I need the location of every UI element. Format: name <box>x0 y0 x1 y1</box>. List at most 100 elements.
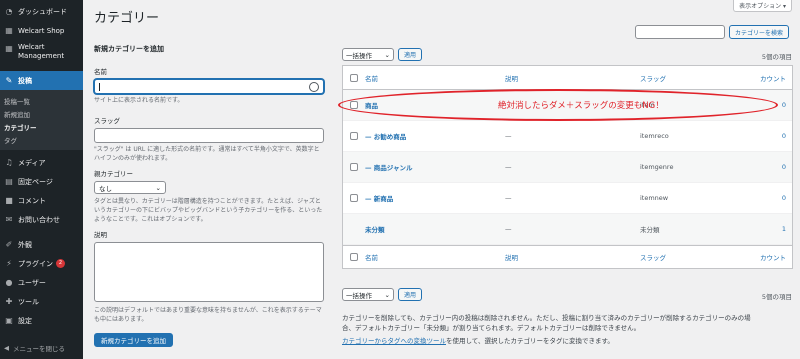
wrench-icon: ✚ <box>5 297 13 306</box>
row-checkbox[interactable] <box>350 132 358 140</box>
collapse-menu-button[interactable]: ◀ メニューを閉じる <box>4 343 65 353</box>
category-name-link[interactable]: 商品 <box>365 100 505 110</box>
sidebar-item-contact[interactable]: ✉ お問い合わせ <box>0 210 83 229</box>
description-textarea[interactable] <box>94 242 324 302</box>
category-description: — <box>505 225 512 233</box>
sidebar-item-pages[interactable]: ▤ 固定ページ <box>0 172 83 191</box>
category-slug: itemgenre <box>640 163 674 171</box>
column-name-header[interactable]: 名前 <box>365 73 505 83</box>
table-footer: 名前 説明 スラッグ カウント <box>343 245 792 268</box>
sidebar-item-label: ダッシュボード <box>18 7 67 16</box>
chevron-down-icon: ⌄ <box>384 290 390 299</box>
converter-link[interactable]: カテゴリーからタグへの変換ツール <box>342 337 446 345</box>
bulk-actions-select-bottom[interactable]: 一括操作 ⌄ <box>342 288 394 301</box>
screen-options-button[interactable]: 表示オプション ▾ <box>733 0 792 12</box>
search-categories-button[interactable]: カテゴリーを検索 <box>729 25 790 39</box>
column-desc-header[interactable]: 説明 <box>505 73 640 83</box>
category-name-link[interactable]: — 商品ジャンル <box>365 162 505 172</box>
category-description: — <box>505 194 512 202</box>
sidebar-item-plugins[interactable]: ⚡ プラグイン 2 <box>0 254 83 273</box>
sidebar-item-appearance[interactable]: ✐ 外観 <box>0 235 83 254</box>
submenu-item-tags[interactable]: タグ <box>0 133 83 146</box>
submenu-item-add-new[interactable]: 新規追加 <box>0 107 83 120</box>
apply-button[interactable]: 適用 <box>398 48 423 61</box>
sidebar-item-media[interactable]: ♫ メディア <box>0 153 83 172</box>
annotation-text: 絶対消したらダメ＋スラッグの変更もNG！ <box>498 101 664 111</box>
sidebar-item-users[interactable]: ● ユーザー <box>0 273 83 292</box>
sidebar-item-posts[interactable]: ✎ 投稿 <box>0 71 83 90</box>
table-row: — お勧め商品 — itemreco 0 <box>343 121 792 152</box>
submenu-item-categories[interactable]: カテゴリー <box>0 120 83 133</box>
bulk-actions-select[interactable]: 一括操作 ⌄ <box>342 48 394 61</box>
sidebar-item-label: 設定 <box>18 316 32 325</box>
parent-label: 親カテゴリー <box>94 170 133 178</box>
plugin-icon: ⚡ <box>6 259 12 268</box>
main-content: 表示オプション ▾ カテゴリー 新規カテゴリーを追加 名前 サイト上に表示される… <box>83 0 800 359</box>
category-slug: 未分類 <box>640 226 660 234</box>
name-input[interactable] <box>94 79 324 94</box>
category-notes: カテゴリーを削除しても、カテゴリー内の投稿は削除されません。ただし、投稿に割り当… <box>342 313 792 346</box>
category-count-link[interactable]: 1 <box>740 225 792 233</box>
sidebar-item-label: 固定ページ <box>18 177 53 186</box>
password-manager-icon[interactable] <box>309 82 319 92</box>
sidebar-item-label: コメント <box>18 196 46 205</box>
sidebar-item-dashboard[interactable]: ◔ ダッシュボード <box>0 2 83 21</box>
note-line: 合、デフォルトカテゴリー「未分類」が割り当てられます。デフォルトカテゴリーは削除… <box>342 324 641 332</box>
column-name-footer[interactable]: 名前 <box>365 252 505 262</box>
row-checkbox[interactable] <box>350 101 358 109</box>
table-row: — 新商品 — itemnew 0 <box>343 183 792 214</box>
sidebar-item-label: プラグイン <box>18 259 53 268</box>
sidebar-item-label: Welcart Shop <box>18 26 65 35</box>
sidebar-item-label: お問い合わせ <box>18 215 60 224</box>
collapse-icon: ◀ <box>4 344 9 352</box>
sidebar-item-welcart-shop[interactable]: ▦ Welcart Shop <box>0 21 83 40</box>
parent-select[interactable]: なし ⌄ <box>94 181 166 194</box>
submenu-item-all-posts[interactable]: 投稿一覧 <box>0 94 83 107</box>
sidebar-item-label: 外観 <box>18 240 32 249</box>
brush-icon: ✐ <box>5 240 13 249</box>
pin-icon: ✎ <box>5 76 13 85</box>
column-slug-footer[interactable]: スラッグ <box>640 252 740 262</box>
category-count-link[interactable]: 0 <box>740 194 792 202</box>
category-count-link[interactable]: 0 <box>740 132 792 140</box>
column-slug-header[interactable]: スラッグ <box>640 73 740 83</box>
description-label: 説明 <box>94 231 107 239</box>
category-name-link[interactable]: — お勧め商品 <box>365 131 505 141</box>
user-icon: ● <box>5 278 13 287</box>
slug-label: スラッグ <box>94 117 120 125</box>
category-name-link[interactable]: 未分類 <box>365 224 505 234</box>
row-checkbox[interactable] <box>350 194 358 202</box>
select-all-checkbox[interactable] <box>350 73 358 82</box>
category-name-link[interactable]: — 新商品 <box>365 193 505 203</box>
dashboard-icon: ◔ <box>5 7 13 16</box>
note-line: カテゴリーを削除しても、カテゴリー内の投稿は削除されません。ただし、投稿に割り当… <box>342 314 751 322</box>
search-input[interactable] <box>635 25 725 39</box>
category-slug: itemreco <box>640 132 669 140</box>
cart-icon: ▦ <box>5 43 13 53</box>
text-caret <box>99 83 100 91</box>
description-help: この説明はデフォルトではあまり重要な意味を持ちませんが、これを表示するテーマも中… <box>94 307 322 323</box>
add-category-button[interactable]: 新規カテゴリーを追加 <box>94 333 173 347</box>
category-count-link[interactable]: 0 <box>740 101 792 109</box>
sidebar-item-tools[interactable]: ✚ ツール <box>0 292 83 311</box>
sidebar-item-label: ツール <box>18 297 39 306</box>
collapse-label: メニューを閉じる <box>13 345 65 353</box>
slug-input[interactable] <box>94 128 324 143</box>
select-all-checkbox[interactable] <box>350 253 358 261</box>
category-description: — <box>505 132 512 140</box>
cart-icon: ▦ <box>5 26 13 35</box>
sidebar-item-label: 投稿 <box>18 76 32 85</box>
column-desc-footer[interactable]: 説明 <box>505 252 640 262</box>
page-icon: ▤ <box>5 177 13 186</box>
chevron-down-icon: ⌄ <box>384 50 390 59</box>
column-count-footer[interactable]: カウント <box>740 252 792 262</box>
column-count-header[interactable]: カウント <box>740 73 792 83</box>
sidebar-item-comments[interactable]: ■ コメント <box>0 191 83 210</box>
sidebar-item-welcart-management[interactable]: ▦ Welcart Management <box>0 40 83 66</box>
item-count-bottom: 5個の項目 <box>761 293 792 301</box>
apply-button-bottom[interactable]: 適用 <box>398 288 423 301</box>
category-count-link[interactable]: 0 <box>740 163 792 171</box>
categories-table: 名前 説明 スラッグ カウント 商品 item 0 — お勧め商品 — item… <box>342 65 793 269</box>
row-checkbox[interactable] <box>350 163 358 171</box>
sidebar-item-settings[interactable]: ▣ 設定 <box>0 311 83 330</box>
